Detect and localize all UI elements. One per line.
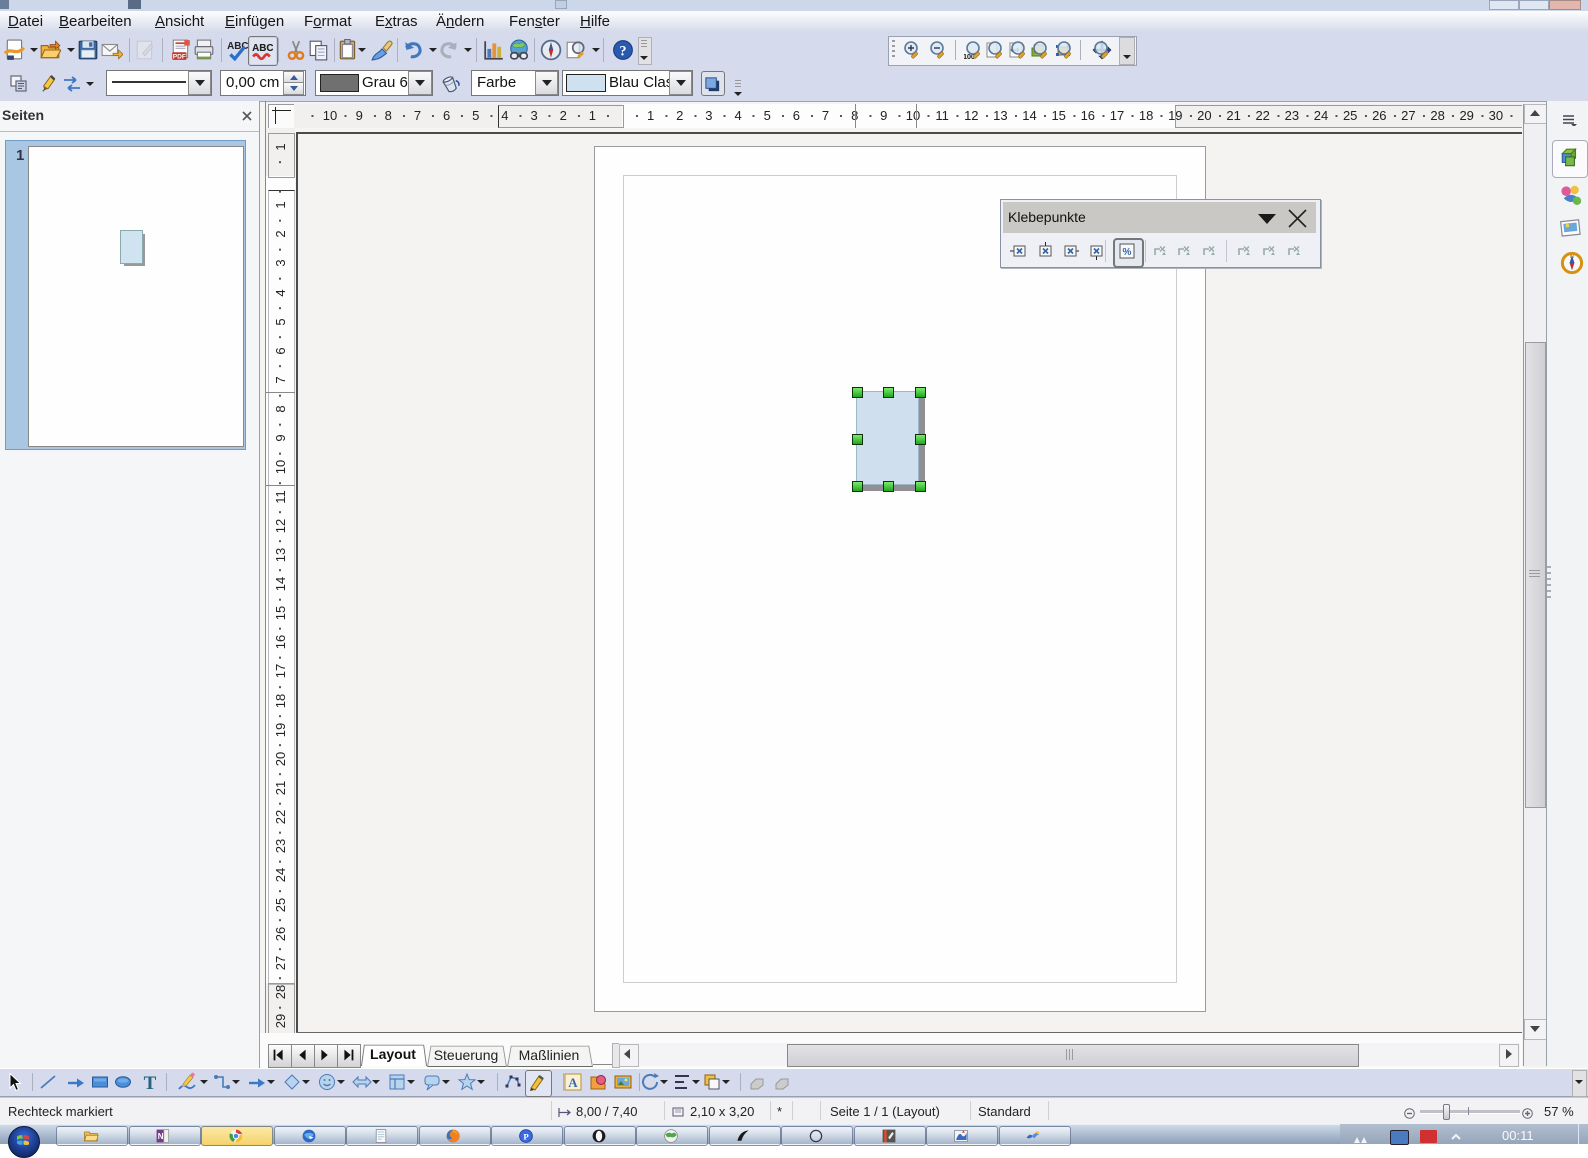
svg-text:PDF: PDF [173, 54, 186, 61]
svg-text:N: N [158, 1132, 164, 1141]
svg-text:A: A [568, 1075, 578, 1090]
svg-text:P: P [523, 1132, 529, 1142]
svg-text:%: % [1123, 247, 1132, 258]
svg-text:T: T [144, 1073, 157, 1092]
svg-text:ABC: ABC [227, 41, 248, 52]
svg-text:ABC: ABC [252, 43, 273, 54]
svg-text:?: ? [619, 44, 626, 60]
svg-text:N: N [1570, 254, 1574, 260]
